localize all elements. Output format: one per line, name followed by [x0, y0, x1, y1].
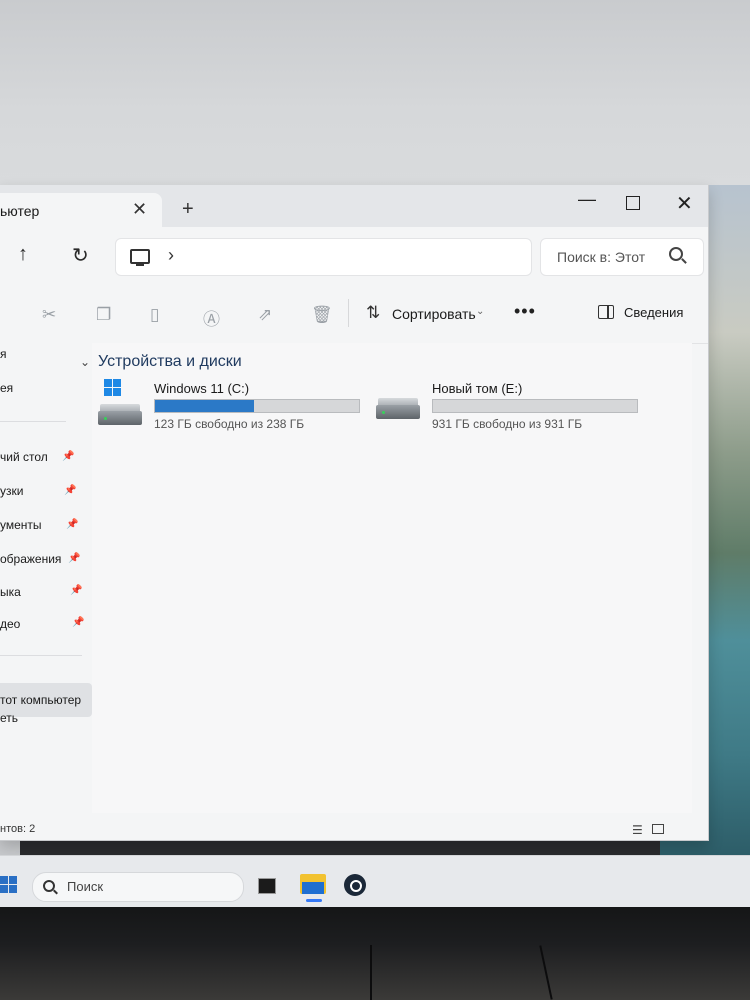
windows-logo-icon	[104, 379, 122, 397]
address-bar[interactable]: ›	[115, 238, 532, 276]
sidebar-item-home[interactable]: я	[0, 347, 7, 361]
navigation-pane: я ея чий стол 📌 узки 📌 ументы 📌 ображени…	[0, 343, 92, 823]
toolbar-divider	[348, 299, 349, 327]
refresh-icon[interactable]: ↻	[72, 243, 89, 268]
pin-icon: 📌	[70, 585, 83, 596]
sort-label: Сортировать	[392, 306, 476, 322]
item-count: нтов: 2	[0, 823, 36, 835]
address-row: ↑ ↻ › Поиск в: Этот	[0, 227, 708, 285]
search-icon	[669, 247, 683, 261]
task-view-icon[interactable]	[258, 878, 276, 894]
drive-usage-bar	[432, 399, 638, 413]
share-icon[interactable]: ⇗	[258, 305, 272, 325]
pin-icon: 📌	[66, 519, 79, 530]
search-input[interactable]: Поиск в: Этот	[540, 238, 704, 276]
sidebar-item-desktop[interactable]: чий стол	[0, 450, 48, 464]
cut-icon[interactable]: ✂	[42, 305, 56, 325]
sort-icon: ⇅	[366, 303, 381, 322]
taskbar-search-placeholder: Поиск	[67, 879, 104, 894]
active-app-indicator	[306, 899, 322, 902]
close-window-button[interactable]: ✕	[676, 191, 693, 216]
sidebar-item-gallery[interactable]: ея	[0, 381, 13, 395]
start-button[interactable]	[0, 876, 18, 894]
group-header[interactable]: Устройства и диски	[98, 353, 242, 371]
taskbar-search-input[interactable]: Поиск	[32, 872, 244, 902]
maximize-button[interactable]	[626, 196, 640, 210]
drive-usage-bar	[154, 399, 360, 413]
pin-icon: 📌	[64, 485, 77, 496]
monitor-stand	[370, 945, 372, 1000]
sidebar-divider	[0, 421, 66, 422]
sidebar-item-network[interactable]: еть	[0, 711, 18, 725]
drive-name: Новый том (E:)	[432, 381, 523, 396]
close-tab-icon[interactable]: ✕	[132, 199, 147, 220]
status-bar: нтов: 2 ☰	[0, 823, 708, 840]
details-view-icon[interactable]: ☰	[632, 823, 643, 837]
tab-label: ьютер	[0, 203, 40, 219]
drive-free-space: 931 ГБ свободно из 931 ГБ	[432, 417, 583, 431]
sidebar-item-music[interactable]: ыка	[0, 585, 21, 599]
search-icon	[43, 880, 55, 892]
rename-icon[interactable]: Ⓐ	[203, 305, 220, 330]
monitor-icon	[130, 249, 150, 266]
taskbar: Поиск	[0, 855, 750, 908]
sidebar-item-label: тот компьютер	[0, 693, 82, 707]
chevron-down-icon: ⌄	[476, 306, 485, 317]
drive-name: Windows 11 (C:)	[154, 381, 250, 396]
monitor-bezel	[0, 907, 750, 1000]
drive-usage-fill	[155, 400, 254, 412]
sidebar-item-pictures[interactable]: ображения	[0, 552, 61, 566]
sidebar-item-downloads[interactable]: узки	[0, 484, 23, 498]
breadcrumb-chevron-icon[interactable]: ›	[168, 245, 174, 266]
content-pane: ⌄ Устройства и диски Windows 11 (C:) 123…	[80, 343, 692, 813]
details-pane-icon	[598, 305, 614, 319]
monitor-background	[0, 0, 750, 185]
copy-icon[interactable]: ❐	[96, 305, 111, 325]
drive-free-space: 123 ГБ свободно из 238 ГБ	[154, 417, 305, 431]
search-placeholder: Поиск в: Этот	[557, 249, 646, 265]
delete-icon[interactable]: 🗑	[311, 305, 333, 325]
command-bar: ✂ ❐ ▯ Ⓐ ⇗ 🗑 ⇅ Сортировать ⌄ ••• Сведения	[0, 285, 708, 344]
chevron-down-icon[interactable]: ⌄	[80, 355, 90, 369]
minimize-button[interactable]: —	[578, 189, 596, 210]
tiles-view-icon[interactable]	[652, 824, 664, 834]
details-label: Сведения	[624, 305, 684, 320]
pin-icon: 📌	[62, 451, 75, 462]
steam-icon[interactable]	[344, 874, 366, 896]
paste-icon[interactable]: ▯	[150, 305, 159, 325]
up-arrow-icon[interactable]: ↑	[18, 243, 28, 266]
pin-icon: 📌	[68, 553, 81, 564]
sidebar-item-documents[interactable]: ументы	[0, 518, 42, 532]
pin-icon: 📌	[72, 617, 85, 628]
sidebar-divider	[0, 655, 82, 656]
hard-drive-icon	[376, 398, 420, 419]
file-explorer-window: ьютер ✕ + — ✕ ↑ ↻ › Поиск в: Этот ✂ ❐ ▯ …	[0, 185, 709, 841]
file-explorer-icon[interactable]	[300, 874, 326, 894]
tab-this-pc[interactable]: ьютер ✕	[0, 193, 162, 227]
new-tab-button[interactable]: +	[182, 199, 194, 219]
title-bar: ьютер ✕ + — ✕	[0, 185, 708, 227]
sidebar-item-videos[interactable]: део	[0, 617, 20, 631]
hard-drive-icon	[98, 404, 142, 425]
more-options-button[interactable]: •••	[514, 301, 536, 322]
